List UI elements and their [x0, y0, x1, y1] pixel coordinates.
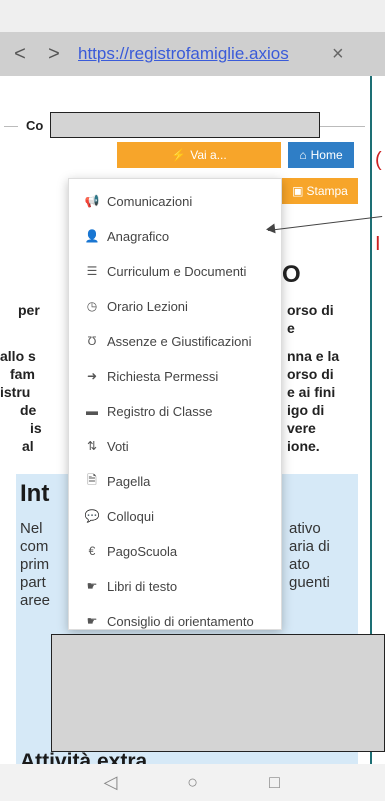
megaphone-icon: 📢 — [84, 194, 100, 208]
file-icon: 🗎 — [87, 472, 97, 487]
list-icon: ☰ — [86, 264, 98, 278]
menu-item-comunicazioni[interactable]: 📢 Comunicazioni — [83, 191, 193, 211]
android-nav-bar: ◁ ○ □ — [0, 764, 385, 801]
vai-a-dropdown-menu: 📢 Comunicazioni 👤 Anagrafico ☰ Curriculu… — [68, 178, 282, 630]
menu-item-assenze[interactable]: Ʊ Assenze e Giustificazioni — [83, 331, 252, 351]
menu-item-colloqui[interactable]: 💬 Colloqui — [83, 506, 154, 526]
url-bar[interactable]: https://registrofamiglie.axios — [78, 44, 316, 64]
content-line: vere — [287, 420, 316, 436]
menu-item-anagrafico[interactable]: 👤 Anagrafico — [83, 226, 170, 246]
intro-text-left: Nel com prim part aree — [20, 520, 51, 609]
menu-item-libri-di-testo[interactable]: ☛ Libri di testo — [83, 576, 177, 596]
content-line: orso di — [287, 366, 334, 382]
bolt-icon: ⚡ — [171, 148, 187, 162]
clock-icon: ◷ — [86, 299, 98, 313]
stethoscope-icon: Ʊ — [87, 334, 97, 348]
back-button[interactable]: < — [10, 44, 30, 64]
menu-item-curriculum[interactable]: ☰ Curriculum e Documenti — [83, 261, 247, 281]
close-tab-button[interactable]: × — [332, 43, 344, 66]
menu-item-orario-lezioni[interactable]: ◷ Orario Lezioni — [83, 296, 188, 316]
sign-in-icon: ➜ — [86, 369, 98, 383]
menu-item-pagoscuola[interactable]: € PagoScuola — [83, 541, 177, 561]
sort-icon: ⇅ — [86, 439, 98, 453]
browser-toolbar: < > https://registrofamiglie.axios × — [0, 32, 385, 76]
user-icon: 👤 — [84, 229, 100, 243]
annotation-marker: I — [375, 233, 381, 255]
chat-icon: 💬 — [84, 509, 100, 523]
vai-a-label: Vai a... — [190, 148, 227, 162]
content-line: e ai fini — [287, 384, 336, 400]
content-line: igo di — [287, 402, 325, 418]
hand-icon: ☛ — [86, 614, 98, 628]
content-line: per — [18, 302, 40, 318]
content-line: de — [20, 402, 37, 418]
menu-item-richiesta-permessi[interactable]: ➜ Richiesta Permessi — [83, 366, 218, 386]
intro-text-right: ativo aria di ato guenti — [289, 520, 330, 591]
content-line: al — [22, 438, 34, 454]
stampa-label: Stampa — [306, 184, 348, 198]
content-line: ione. — [287, 438, 320, 454]
section-label: Co — [26, 118, 44, 133]
content-line: nna e la — [287, 348, 340, 364]
hand-icon: ☛ — [86, 579, 98, 593]
heading-fragment: O — [282, 261, 301, 288]
recents-square-icon[interactable]: □ — [264, 772, 286, 793]
content-line: is — [30, 420, 42, 436]
intro-title: Int — [20, 480, 50, 507]
redacted-name-block — [50, 112, 320, 138]
book-icon: ▬ — [86, 404, 98, 418]
extra-activities-title: Attività extra — [20, 750, 148, 764]
redacted-block — [51, 634, 385, 752]
annotation-marker: ( — [375, 149, 382, 171]
home-icon: ⌂ — [299, 148, 307, 162]
status-bar — [0, 0, 385, 32]
home-label: Home — [310, 148, 343, 162]
forward-button[interactable]: > — [44, 44, 64, 64]
home-button[interactable]: ⌂ Home — [288, 142, 354, 168]
content-line: orso di — [287, 302, 334, 318]
back-triangle-icon[interactable]: ◁ — [100, 772, 122, 793]
content-line: e — [287, 320, 295, 336]
menu-item-voti[interactable]: ⇅ Voti — [83, 436, 129, 456]
menu-item-pagella[interactable]: 🗎 Pagella — [83, 471, 150, 491]
pdf-icon: ▣ — [292, 184, 304, 198]
home-circle-icon[interactable]: ○ — [182, 772, 204, 793]
stampa-button[interactable]: ▣ Stampa — [282, 178, 358, 204]
content-line: fam — [10, 366, 35, 382]
menu-item-consiglio-orientamento[interactable]: ☛ Consiglio di orientamento — [83, 611, 254, 631]
menu-item-registro-classe[interactable]: ▬ Registro di Classe — [83, 401, 213, 421]
content-line: allo s — [0, 348, 36, 364]
vai-a-button[interactable]: ⚡ Vai a... — [117, 142, 281, 168]
content-line: istru — [0, 384, 31, 400]
euro-icon: € — [88, 544, 96, 558]
annotation-arrow-head — [265, 223, 276, 235]
